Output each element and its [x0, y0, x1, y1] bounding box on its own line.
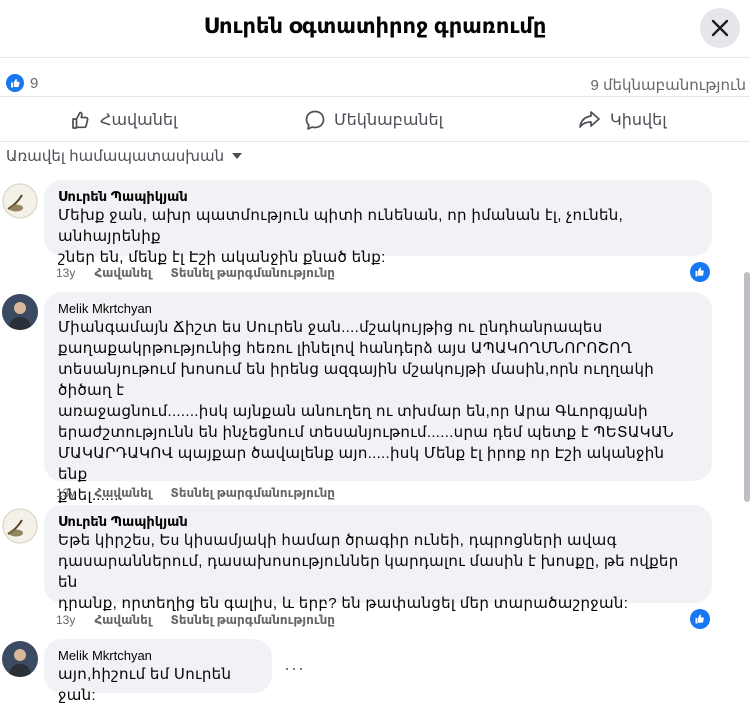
close-button[interactable] [700, 8, 740, 48]
comment-count[interactable]: 9 մեկնաբանություն [591, 76, 746, 94]
like-reaction-icon [695, 614, 704, 624]
comment-author[interactable]: Melik Mkrtchyan [58, 647, 258, 664]
like-reaction-icon [695, 267, 704, 277]
comment-author[interactable]: Սուրեն Պապիկյան [58, 188, 698, 205]
comment-reaction-badge[interactable] [690, 609, 710, 629]
comment-like-link[interactable]: Հավանել [94, 613, 151, 627]
comment-text-line: դրանք, որտեղից են գալիս, և երբ? են թափան… [58, 595, 629, 612]
comment-bubble: Melik Mkrtchyan Միանգամայն Ճիշտ ես Սուրե… [44, 292, 712, 504]
comment-text-line: այո,հիշում եմ Սուրեն ջան: [58, 666, 232, 704]
comment-text-line: առաջացնում.......իսկ այնքան անուղեղ ու տ… [58, 403, 648, 420]
comment-text-line: Մեխք ջան, ախր պատմություն պիտի ունենան, … [58, 207, 624, 245]
comment-timestamp[interactable]: 13у [56, 266, 75, 280]
comment-author[interactable]: Սուրեն Պապիկյան [58, 513, 698, 530]
share-button[interactable]: Կիսվել [578, 105, 667, 135]
comment-text-line: Միանգամայն Ճիշտ ես Սուրեն ջան....մշակույ… [58, 319, 603, 336]
action-bar: Հավանել Մեկնաբանել Կիսվել [0, 96, 750, 142]
comment-timestamp[interactable]: 13у [56, 613, 75, 627]
comment-translate-link[interactable]: Տեսնել թարգմանությունը [171, 486, 335, 500]
avatar[interactable] [2, 294, 38, 330]
scrollbar[interactable] [744, 272, 750, 502]
comment-bubble: Սուրեն Պապիկյան Եթե կիրշեu, Եu կիսամյակի… [44, 505, 712, 612]
comment-text-line: դասարաններում, դասախոսություններ կարդալո… [58, 553, 679, 591]
comment-text-line: Եթե կիրշեu, Եu կիսամյակի համար ծրագիր ու… [58, 532, 617, 549]
comment-author[interactable]: Melik Mkrtchyan [58, 300, 698, 317]
comment-meta: 13у Հավանել Տեսնել թարգմանությունը [56, 613, 335, 627]
comment-button-label: Մեկնաբանել [334, 112, 444, 129]
comment-meta: 13у Հավանել Տեսնել թարգմանությունը [56, 486, 335, 500]
comment-button[interactable]: Մեկնաբանել [304, 105, 443, 135]
comment-reaction-badge[interactable] [690, 262, 710, 282]
like-reaction-icon [6, 74, 24, 92]
like-count-value: 9 [30, 74, 39, 92]
comment-bubble: Melik Mkrtchyan այո,հիշում եմ Սուրեն ջան… [44, 639, 272, 704]
comment-text-line: ՄԱԿԱՐԴԱԿՈՎ պայքար ծավալենք այո.....իսկ Մ… [58, 445, 665, 483]
avatar[interactable] [2, 641, 38, 677]
comment-text-line: տեսանյութում խոսում են իրենց ազգային մշա… [58, 361, 655, 399]
comment-icon [305, 110, 325, 130]
comment-sort-dropdown[interactable]: Առավել համապատասխան [6, 147, 243, 165]
thumbs-up-icon [72, 111, 89, 129]
sort-label: Առավել համապատասխան [6, 148, 225, 165]
dialog-header: Սուրեն օգտատիրոջ գրառումը [0, 0, 750, 58]
comment-like-link[interactable]: Հավանել [94, 266, 151, 280]
avatar[interactable] [2, 183, 38, 219]
caret-down-icon [232, 153, 243, 159]
comment-bubble: Սուրեն Պապիկյան Մեխք ջան, ախր պատմությու… [44, 180, 712, 266]
like-button[interactable]: Հավանել [70, 105, 177, 135]
comment-translate-link[interactable]: Տեսնել թարգմանությունը [171, 266, 335, 280]
comment-text-line: շներ են, մենք էլ Էշի ականջին քնած ենք: [58, 249, 386, 266]
share-icon [579, 111, 600, 128]
like-count[interactable]: 9 [6, 74, 38, 92]
like-button-label: Հավանել [100, 112, 178, 129]
comment-timestamp[interactable]: 13у [56, 486, 75, 500]
comment-meta: 13у Հավանել Տեսնել թարգմանությունը [56, 266, 335, 280]
dialog-title: Սուրեն օգտատիրոջ գրառումը [203, 15, 547, 38]
comment-text-line: երաժշտությունն են ինչեցնում տեսանյութում… [58, 424, 674, 441]
close-icon [711, 19, 729, 37]
comment-like-link[interactable]: Հավանել [94, 486, 151, 500]
comment-text-line: քաղաքակրթությունից հեռու լինելով հանդերձ… [58, 340, 633, 357]
comment-more-button[interactable]: ··· [284, 658, 305, 679]
avatar[interactable] [2, 508, 38, 544]
share-button-label: Կիսվել [610, 112, 667, 129]
comment-translate-link[interactable]: Տեսնել թարգմանությունը [171, 613, 335, 627]
more-icon: ··· [284, 658, 305, 678]
